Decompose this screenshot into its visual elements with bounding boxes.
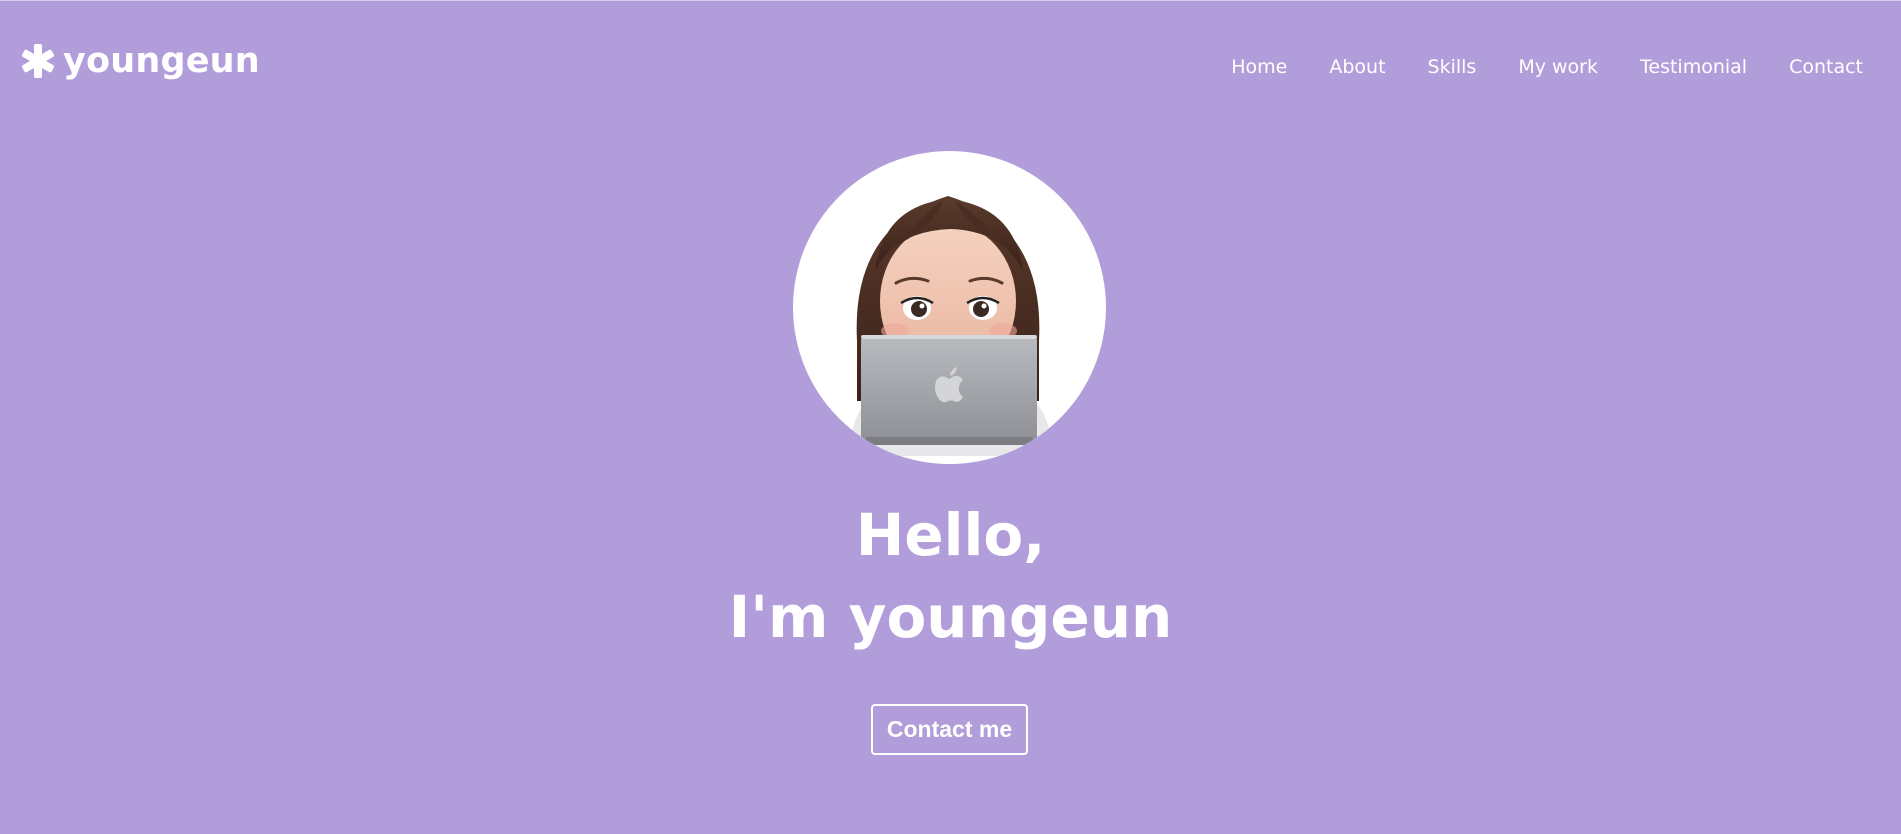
hero-title-line-2: I'm youngeun	[728, 583, 1173, 651]
contact-me-button[interactable]: Contact me	[871, 704, 1028, 755]
hero-section: Hello, I'm youngeun Contact me	[0, 0, 1901, 834]
hero-title: Hello, I'm youngeun	[0, 494, 1901, 658]
memoji-laptop-avatar-icon	[848, 196, 1055, 456]
hero-title-line-1: Hello,	[855, 501, 1046, 569]
avatar	[793, 151, 1106, 464]
